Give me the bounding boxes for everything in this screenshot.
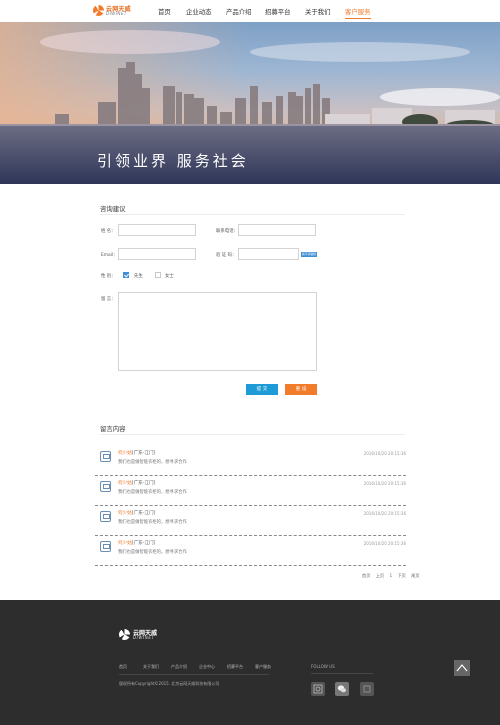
email-label: Email： xyxy=(101,253,118,258)
message-body: 我们也是做智能衣柜的，想寻求合作 xyxy=(118,460,187,465)
follow-divider xyxy=(311,673,373,674)
pager-page-1[interactable]: 1 xyxy=(389,573,392,578)
message-item: 何少姑[广东-江门] 我们也是做智能衣柜的，想寻求合作 2016/10/20 2… xyxy=(95,536,406,566)
contact-label: 联系电话： xyxy=(216,229,238,234)
section-divider xyxy=(100,214,405,215)
nav-item-products[interactable]: 产品介绍 xyxy=(226,7,252,16)
message-item: 何少姑[广东-江门] 我们也是做智能衣柜的，想寻求合作 2016/10/20 2… xyxy=(95,506,406,536)
message-time: 2016/10/20 20:15:36 xyxy=(363,541,406,546)
city-skyline-image xyxy=(0,22,500,184)
message-icon xyxy=(100,481,111,492)
site-logo[interactable]: 云网天威 DIWINET xyxy=(93,3,135,19)
site-header: 云网天威 DIWINET 首页 企业动态 产品介绍 招募平台 关于我们 客户服务 xyxy=(0,0,500,22)
pager-first[interactable]: 首页 xyxy=(362,573,370,578)
gender-female-radio[interactable] xyxy=(155,272,161,278)
gender-male-radio[interactable] xyxy=(123,272,129,278)
weibo-icon[interactable] xyxy=(311,682,325,696)
footer-nav-service[interactable]: 客户服务 xyxy=(255,664,271,670)
verify-label: 验 证 码： xyxy=(216,253,237,258)
message-item: 何少姑[广东-江门] 我们也是做智能衣柜的，想寻求合作 2016/10/20 2… xyxy=(95,476,406,506)
section-divider xyxy=(100,434,405,435)
message-author: 何少姑[广东-江门] xyxy=(118,511,156,516)
gender-male-label: 先生 xyxy=(134,274,143,279)
verify-code-input[interactable] xyxy=(238,248,299,260)
footer-nav-about[interactable]: 关于我们 xyxy=(143,664,159,670)
gender-female-label: 女士 xyxy=(165,274,174,279)
gender-label: 性 别： xyxy=(101,274,116,279)
message-body: 我们也是做智能衣柜的，想寻求合作 xyxy=(118,550,187,555)
pagination: 首页 上页 1 下页 尾页 xyxy=(362,573,424,579)
footer-nav-recruit[interactable]: 招募平台 xyxy=(227,664,243,670)
nav-item-news[interactable]: 企业动态 xyxy=(186,7,212,16)
email-input[interactable] xyxy=(118,248,196,260)
message-author: 何少姑[广东-江门] xyxy=(118,541,156,546)
logo-mark-icon xyxy=(93,5,104,16)
reset-button[interactable]: 重 设 xyxy=(285,384,317,395)
nav-item-about[interactable]: 关于我们 xyxy=(305,7,331,16)
footer-logo-mark-icon xyxy=(119,629,130,640)
message-icon xyxy=(100,541,111,552)
nav-item-service[interactable]: 客户服务 xyxy=(345,7,371,19)
consult-section-title: 咨询建议 xyxy=(100,205,126,215)
nav-item-home[interactable]: 首页 xyxy=(158,7,171,16)
verify-code-image[interactable]: 看不清楚换一张 xyxy=(301,252,317,257)
footer-nav-enterprise[interactable]: 企业中心 xyxy=(199,664,215,670)
message-author: 何少姑[广东-江门] xyxy=(118,451,156,456)
footer-logo-text-en: DIWINET xyxy=(133,635,155,640)
follow-us-label: FOLLOW US xyxy=(311,664,335,669)
message-author: 何少姑[广东-江门] xyxy=(118,481,156,486)
footer-nav-home[interactable]: 首页 xyxy=(119,664,127,670)
submit-button[interactable]: 提 交 xyxy=(246,384,278,395)
back-to-top-button[interactable] xyxy=(454,660,470,676)
name-label: 姓 名： xyxy=(101,229,116,234)
message-time: 2016/10/20 20:15:36 xyxy=(363,511,406,516)
nav-item-recruit[interactable]: 招募平台 xyxy=(265,7,291,16)
message-icon xyxy=(100,451,111,462)
pager-prev[interactable]: 上页 xyxy=(376,573,384,578)
message-time: 2016/10/20 20:15:36 xyxy=(363,481,406,486)
contact-input[interactable] xyxy=(238,224,316,236)
pager-last[interactable]: 尾页 xyxy=(411,573,419,578)
wechat-icon[interactable] xyxy=(335,682,349,696)
message-label: 留 言： xyxy=(101,297,116,302)
footer-nav-products[interactable]: 产品介绍 xyxy=(171,664,187,670)
message-body: 我们也是做智能衣柜的，想寻求合作 xyxy=(118,520,187,525)
name-input[interactable] xyxy=(118,224,196,236)
message-time: 2016/10/20 20:15:36 xyxy=(363,451,406,456)
footer-divider xyxy=(119,674,269,675)
message-item: 何少姑[广东-江门] 我们也是做智能衣柜的，想寻求合作 2016/10/20 2… xyxy=(95,446,406,476)
banner-slogan: 引领业界 服务社会 xyxy=(97,152,249,170)
message-textarea[interactable] xyxy=(118,292,317,371)
chevron-up-icon xyxy=(456,664,468,672)
message-body: 我们也是做智能衣柜的，想寻求合作 xyxy=(118,490,187,495)
hero-banner: 引领业界 服务社会 xyxy=(0,22,500,184)
pager-next[interactable]: 下页 xyxy=(397,573,405,578)
logo-text-en: DIWINET xyxy=(106,11,127,16)
messages-section-title: 留言内容 xyxy=(100,425,126,435)
qq-icon[interactable] xyxy=(360,682,374,696)
copyright-text: 版权所有Copyright©2015. 北京云网天威科技有限公司 xyxy=(119,681,220,686)
message-icon xyxy=(100,511,111,522)
site-footer: 云网天威 DIWINET 首页 关于我们 产品介绍 企业中心 招募平台 客户服务… xyxy=(0,600,500,725)
